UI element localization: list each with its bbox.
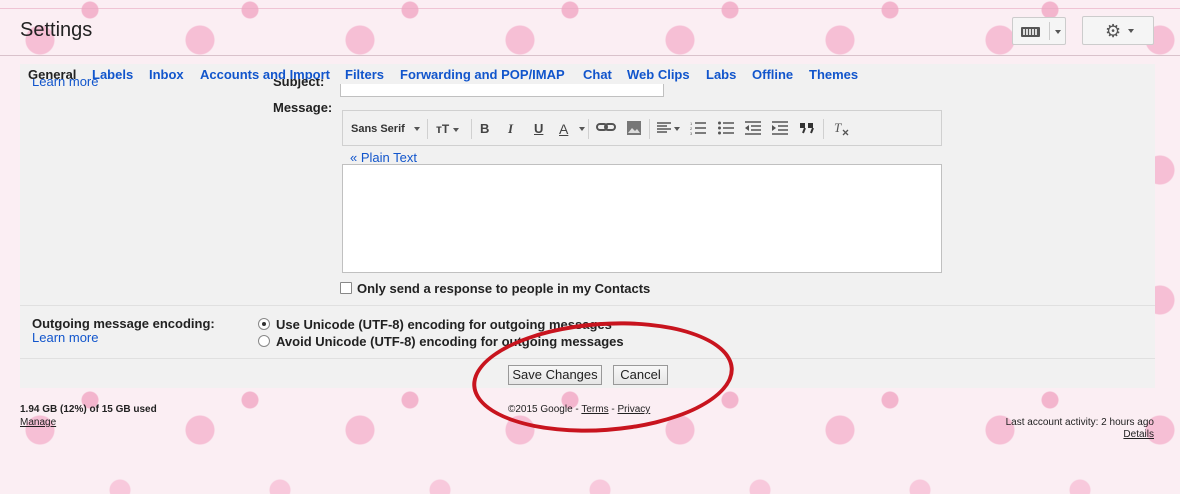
bold-button[interactable]: B <box>480 121 489 137</box>
privacy-link[interactable]: Privacy <box>617 404 650 415</box>
manage-storage-link[interactable]: Manage <box>20 417 56 428</box>
quote-button[interactable] <box>799 121 815 137</box>
tab-forwarding-pop-imap[interactable]: Forwarding and POP/IMAP <box>400 67 565 82</box>
footer-legal: ©2015 Google - Terms - Privacy <box>508 404 650 415</box>
insert-image-button[interactable] <box>626 120 642 136</box>
settings-tabs: General Labels Inbox Accounts and Import… <box>20 64 1155 86</box>
subject-input[interactable] <box>340 84 664 97</box>
text-color-button[interactable]: A <box>559 121 568 137</box>
align-left-icon <box>657 122 671 133</box>
indent-more-icon <box>772 121 788 135</box>
toolbar-divider <box>427 119 428 139</box>
svg-text:T: T <box>834 120 842 135</box>
encoding-label: Outgoing message encoding: <box>32 316 215 331</box>
tab-inbox[interactable]: Inbox <box>149 67 184 82</box>
indent-less-icon <box>745 121 761 135</box>
save-changes-button[interactable]: Save Changes <box>508 365 602 385</box>
activity-details-link[interactable]: Details <box>1123 429 1154 440</box>
copyright-text: ©2015 Google - <box>508 404 582 415</box>
button-divider <box>1049 22 1050 40</box>
formatting-toolbar: Sans Serif тT B I U A 123 T <box>342 110 942 146</box>
remove-formatting-button[interactable]: T <box>833 120 849 136</box>
page-title: Settings <box>20 19 93 41</box>
unicode-radio[interactable] <box>258 318 270 330</box>
tab-themes[interactable]: Themes <box>809 67 858 82</box>
contacts-only-label: Only send a response to people in my Con… <box>357 281 651 296</box>
unicode-radio-label: Use Unicode (UTF-8) encoding for outgoin… <box>276 317 612 332</box>
keyboard-icon <box>1021 27 1040 37</box>
settings-menu-button[interactable]: ⚙ <box>1082 16 1154 45</box>
remove-formatting-icon: T <box>834 120 849 136</box>
toolbar-divider <box>649 119 650 139</box>
last-activity-text: Last account activity: 2 hours ago <box>1005 417 1154 428</box>
message-label: Message: <box>273 100 333 115</box>
terms-link[interactable]: Terms <box>581 404 608 415</box>
settings-panel: Learn more Subject: Message: Sans Serif … <box>20 79 1155 388</box>
tab-chat[interactable]: Chat <box>583 67 612 82</box>
indent-less-button[interactable] <box>745 121 761 137</box>
header-bar: Settings ⚙ <box>0 0 1180 60</box>
vacation-learn-more-link[interactable]: Learn more <box>32 79 98 89</box>
font-family-value: Sans Serif <box>351 123 405 135</box>
input-tools-button[interactable] <box>1012 17 1066 45</box>
align-button[interactable] <box>657 122 671 138</box>
italic-button[interactable]: I <box>508 121 513 137</box>
message-editor[interactable] <box>342 164 942 273</box>
header-divider-bottom <box>0 55 1180 56</box>
encoding-learn-more-link[interactable]: Learn more <box>32 330 98 345</box>
section-divider <box>20 358 1155 359</box>
quote-icon <box>800 123 814 134</box>
header-divider-top <box>0 8 1180 9</box>
chevron-down-icon[interactable] <box>1055 30 1061 34</box>
underline-button[interactable]: U <box>534 121 543 137</box>
bulleted-list-icon <box>718 121 734 135</box>
toolbar-divider <box>588 119 589 139</box>
chevron-down-icon <box>452 127 459 132</box>
numbered-list-button[interactable]: 123 <box>690 121 706 137</box>
section-divider <box>20 305 1155 306</box>
tab-labs[interactable]: Labs <box>706 67 736 82</box>
font-size-button[interactable]: тT <box>436 121 459 137</box>
chevron-down-icon <box>1128 29 1134 33</box>
plain-text-link[interactable]: « Plain Text <box>350 150 417 165</box>
image-icon <box>627 121 641 135</box>
toolbar-divider <box>471 119 472 139</box>
toolbar-divider <box>823 119 824 139</box>
avoid-unicode-radio[interactable] <box>258 335 270 347</box>
subject-label: Subject: <box>273 79 325 89</box>
indent-more-button[interactable] <box>772 121 788 137</box>
cancel-button[interactable]: Cancel <box>613 365 668 385</box>
tab-web-clips[interactable]: Web Clips <box>627 67 690 82</box>
font-size-icon: тT <box>436 122 450 136</box>
tab-filters[interactable]: Filters <box>345 67 384 82</box>
font-family-select[interactable]: Sans Serif <box>351 121 420 137</box>
bulleted-list-button[interactable] <box>718 121 734 137</box>
svg-text:3: 3 <box>690 131 693 135</box>
link-icon <box>596 123 616 131</box>
insert-link-button[interactable] <box>596 119 616 135</box>
chevron-down-icon <box>413 127 420 132</box>
tab-offline[interactable]: Offline <box>752 67 793 82</box>
contacts-only-checkbox[interactable] <box>340 282 352 294</box>
storage-usage: 1.94 GB (12%) of 15 GB used <box>20 404 157 415</box>
chevron-down-icon <box>579 127 585 131</box>
avoid-unicode-radio-label: Avoid Unicode (UTF-8) encoding for outgo… <box>276 334 624 349</box>
gear-icon: ⚙ <box>1105 21 1122 41</box>
numbered-list-icon: 123 <box>690 121 706 136</box>
text-color-icon: A <box>559 121 569 137</box>
chevron-down-icon <box>674 127 680 131</box>
